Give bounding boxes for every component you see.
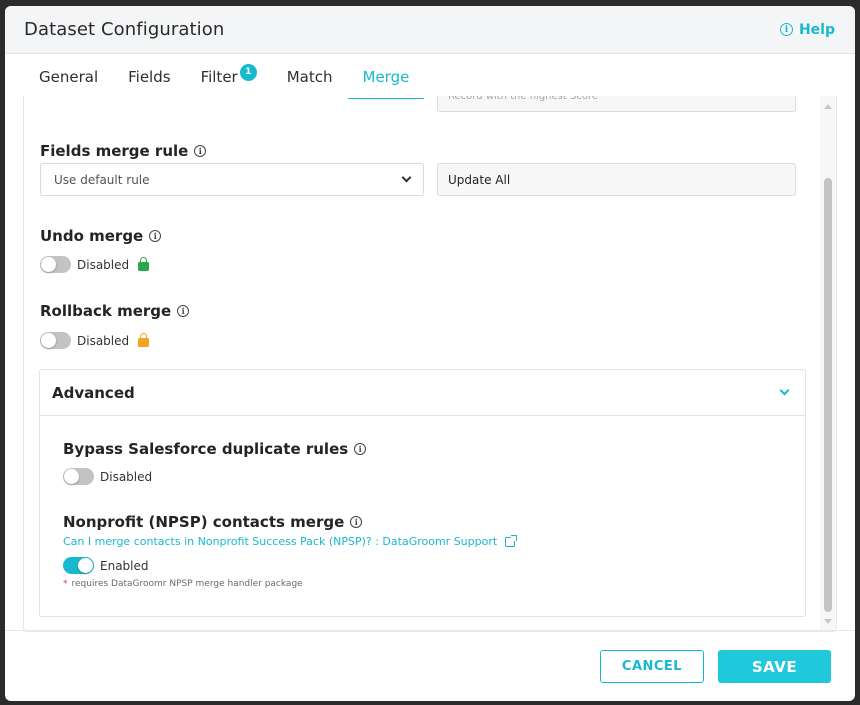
label-text: Rollback merge bbox=[40, 302, 172, 320]
label-text: Nonprofit (NPSP) contacts merge bbox=[63, 513, 345, 531]
npsp-merge-switch[interactable] bbox=[63, 557, 94, 574]
info-icon[interactable]: i bbox=[354, 443, 367, 455]
undo-merge-toggle-row: Disabled bbox=[40, 256, 150, 273]
help-label: Help bbox=[798, 21, 835, 38]
npsp-merge-label: Nonprofit (NPSP) contacts merge i bbox=[63, 513, 363, 531]
required-asterisk: * bbox=[63, 579, 68, 589]
rollback-merge-label: Rollback merge i bbox=[40, 302, 190, 320]
dialog-title: Dataset Configuration bbox=[24, 19, 225, 40]
tab-general[interactable]: General bbox=[24, 54, 113, 96]
tab-label: Merge bbox=[362, 68, 410, 86]
lock-icon bbox=[138, 256, 150, 271]
info-icon[interactable]: i bbox=[350, 516, 363, 528]
advanced-section: Advanced Bypass Salesforce duplicate rul… bbox=[39, 369, 806, 617]
bypass-duplicate-rules-label: Bypass Salesforce duplicate rules i bbox=[63, 440, 367, 458]
tab-label: General bbox=[39, 68, 99, 86]
external-link-icon bbox=[505, 534, 518, 547]
label-text: Undo merge bbox=[40, 227, 144, 245]
toggle-status: Enabled bbox=[100, 558, 149, 573]
scrollbar-thumb[interactable] bbox=[824, 178, 832, 612]
scroll-down-icon[interactable] bbox=[824, 619, 832, 624]
info-icon[interactable]: i bbox=[149, 230, 162, 242]
cancel-button[interactable]: CANCEL bbox=[600, 650, 704, 683]
rollback-merge-switch[interactable] bbox=[40, 332, 71, 349]
merge-rule-value-field: Update All bbox=[437, 163, 796, 196]
dataset-configuration-dialog: Dataset Configuration i Help General Fie… bbox=[5, 6, 855, 701]
tab-match[interactable]: Match bbox=[272, 54, 348, 96]
link-text: Can I merge contacts in Nonprofit Succes… bbox=[63, 535, 498, 548]
bypass-toggle-row: Disabled bbox=[63, 468, 152, 485]
advanced-header[interactable]: Advanced bbox=[40, 370, 805, 416]
npsp-requirement-note: * requires DataGroomr NPSP merge handler … bbox=[63, 579, 303, 589]
filter-count-badge: 1 bbox=[239, 64, 257, 81]
tab-fields[interactable]: Fields bbox=[113, 54, 185, 96]
toggle-status: Disabled bbox=[100, 469, 153, 484]
fields-merge-rule-select[interactable]: Use default rule bbox=[40, 163, 424, 196]
tab-label: Filter bbox=[200, 68, 238, 86]
lock-icon bbox=[138, 332, 150, 347]
chevron-down-icon bbox=[779, 385, 790, 396]
undo-merge-label: Undo merge i bbox=[40, 227, 162, 245]
tab-bar: General Fields Filter 1 Match Merge bbox=[5, 54, 855, 99]
tab-filter[interactable]: Filter 1 bbox=[186, 54, 272, 96]
chevron-down-icon bbox=[401, 172, 412, 183]
toggle-status: Disabled bbox=[77, 333, 130, 348]
save-button[interactable]: SAVE bbox=[718, 650, 831, 683]
label-text: Bypass Salesforce duplicate rules bbox=[63, 440, 349, 458]
dialog-header: Dataset Configuration i Help bbox=[5, 6, 855, 54]
fields-merge-rule-label: Fields merge rule i bbox=[40, 142, 207, 160]
scroll-up-icon[interactable] bbox=[824, 104, 832, 109]
note-text: requires DataGroomr NPSP merge handler p… bbox=[71, 579, 303, 589]
npsp-toggle-row: Enabled bbox=[63, 557, 149, 574]
info-icon[interactable]: i bbox=[177, 305, 190, 317]
label-text: Fields merge rule bbox=[40, 142, 189, 160]
tab-label: Fields bbox=[128, 68, 171, 86]
undo-merge-switch[interactable] bbox=[40, 256, 71, 273]
selected-value: Use default rule bbox=[54, 172, 150, 187]
bypass-duplicate-rules-switch[interactable] bbox=[63, 468, 94, 485]
help-link[interactable]: i Help bbox=[779, 21, 835, 38]
merge-content: Record with the highest Score Fields mer… bbox=[24, 96, 822, 631]
rollback-merge-toggle-row: Disabled bbox=[40, 332, 150, 349]
advanced-title: Advanced bbox=[52, 383, 135, 402]
info-icon: i bbox=[779, 23, 793, 36]
tab-merge[interactable]: Merge bbox=[347, 54, 425, 99]
merge-panel: Record with the highest Score Fields mer… bbox=[23, 96, 837, 632]
dialog-footer: CANCEL SAVE bbox=[5, 630, 855, 701]
master-record-field: Record with the highest Score bbox=[437, 96, 796, 112]
npsp-support-link[interactable]: Can I merge contacts in Nonprofit Succes… bbox=[63, 534, 518, 548]
info-icon[interactable]: i bbox=[194, 145, 207, 157]
tab-label: Match bbox=[286, 68, 333, 86]
vertical-scrollbar[interactable] bbox=[820, 96, 836, 631]
toggle-status: Disabled bbox=[77, 257, 130, 272]
